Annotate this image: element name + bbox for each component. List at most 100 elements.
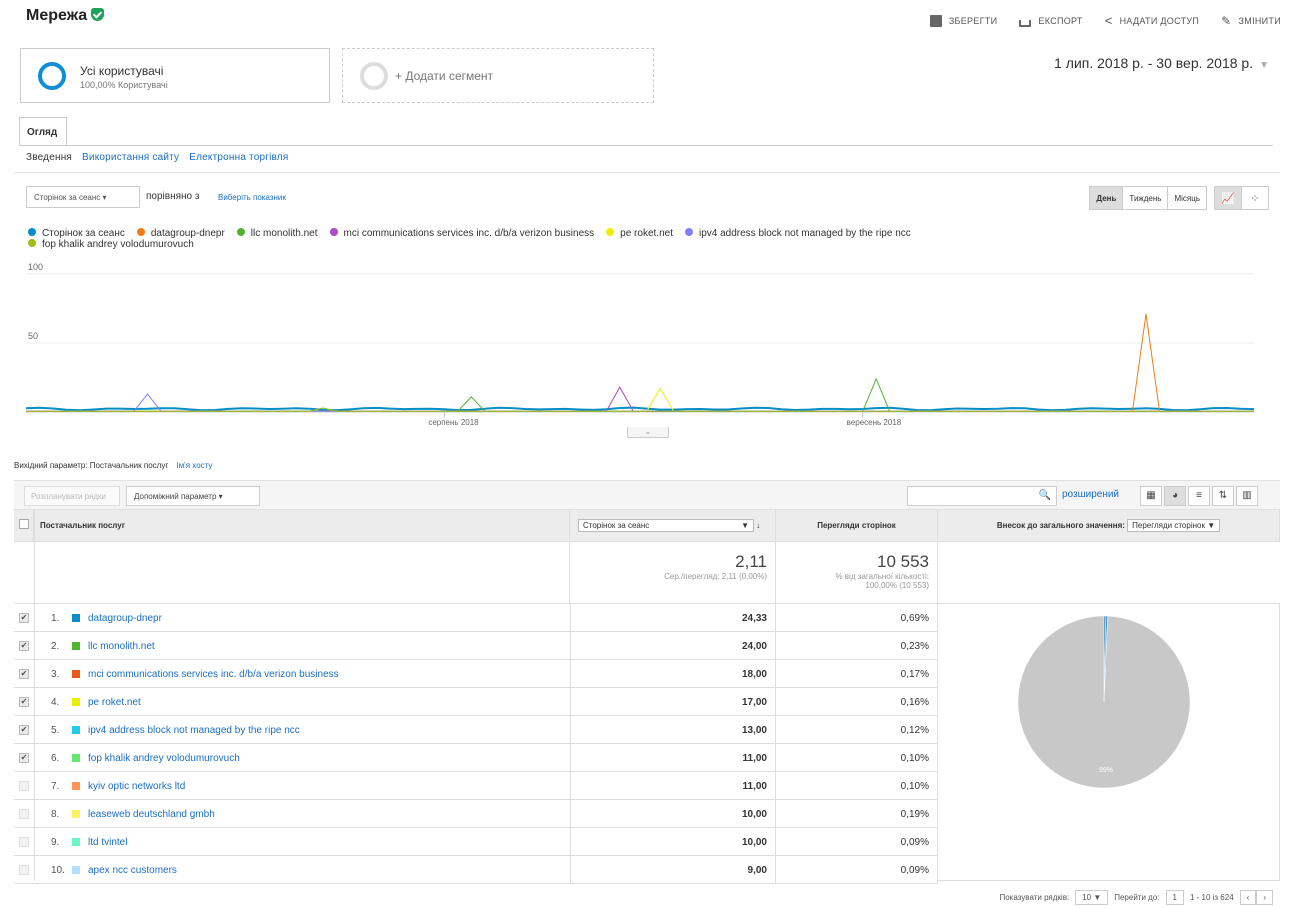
legend-dot-icon	[606, 228, 615, 236]
export-icon	[1019, 19, 1032, 27]
table-row: ✔ 4. pe roket.net 17,00 0,16%	[14, 688, 938, 716]
primary-dimension-label: Вихідний параметр:	[14, 461, 88, 470]
week-button[interactable]: Тиждень	[1122, 187, 1167, 209]
table-row: ✔ 1. datagroup-dnepr 24,33 0,69%	[14, 604, 938, 632]
provider-link[interactable]: llc monolith.net	[88, 641, 155, 652]
next-page-button[interactable]: ›	[1256, 890, 1273, 905]
provider-link[interactable]: ltd tvintel	[88, 837, 127, 848]
pivot-view-icon[interactable]: ▥	[1236, 486, 1258, 506]
divider	[14, 172, 1280, 173]
chart-type-buttons: 📈 ⁘	[1214, 186, 1269, 210]
pencil-icon: ✎	[1221, 13, 1232, 28]
goto-label: Перейти до:	[1114, 893, 1160, 902]
column-header-metric[interactable]: Сторінок за сеанс ▼ ↓	[570, 510, 776, 542]
pie-view-icon[interactable]: ◕	[1164, 486, 1186, 506]
provider-link[interactable]: leaseweb deutschland gmbh	[88, 809, 215, 820]
series-line	[26, 377, 1254, 412]
pageviews-percent-value: 0,17%	[776, 660, 938, 688]
legend-dot-icon	[28, 239, 36, 247]
column-header-provider[interactable]: Постачальник послуг	[34, 510, 570, 542]
pages-per-session-value: 13,00	[570, 716, 776, 744]
series-line	[26, 406, 1254, 412]
column-header-contribution: Внесок до загального значення: Перегляди…	[938, 510, 1280, 542]
comparison-view-icon[interactable]: ⇅	[1212, 486, 1234, 506]
choose-metric-link[interactable]: Виберіть показник	[218, 193, 286, 202]
pages-per-session-value: 17,00	[570, 688, 776, 716]
column-header-pageviews[interactable]: Перегляди сторінок	[776, 510, 938, 542]
legend-label: Сторінок за сеанс	[42, 228, 125, 239]
advanced-filter-link[interactable]: розширений	[1062, 489, 1119, 500]
segment-ring-icon	[38, 62, 66, 90]
legend-item: llc monolith.net	[236, 228, 318, 239]
row-checkbox[interactable]: ✔	[19, 641, 29, 651]
motion-chart-icon[interactable]: ⁘	[1241, 186, 1269, 210]
row-color-swatch	[72, 726, 80, 734]
goto-page-input[interactable]: 1	[1165, 890, 1184, 905]
pageviews-percent-value: 0,09%	[776, 828, 938, 856]
segment-all-users[interactable]: Усі користувачі 100,00% Користувачі	[20, 48, 330, 103]
subnav-summary[interactable]: Зведення	[26, 152, 72, 163]
row-color-swatch	[72, 670, 80, 678]
save-button[interactable]: ЗБЕРЕГТИ	[929, 13, 998, 28]
provider-link[interactable]: kyiv optic networks ltd	[88, 781, 185, 792]
row-checkbox[interactable]: ✔	[19, 725, 29, 735]
row-checkbox[interactable]: ✔	[19, 669, 29, 679]
provider-link[interactable]: fop khalik andrey volodumurovuch	[88, 753, 240, 764]
totals-metric: 2,11 Сер./перегляд: 2,11 (0,00%)	[570, 542, 776, 604]
totals-row: 2,11 Сер./перегляд: 2,11 (0,00%) 10 553 …	[14, 542, 1280, 604]
secondary-dimension-dropdown[interactable]: Допоміжний параметр ▾	[126, 486, 260, 506]
row-checkbox[interactable]: ✔	[19, 753, 29, 763]
day-button[interactable]: День	[1090, 187, 1123, 209]
provider-link[interactable]: apex ncc customers	[88, 865, 177, 876]
table-row: ✔ 5. ipv4 address block not managed by the…	[14, 716, 938, 744]
select-all-checkbox[interactable]	[14, 510, 34, 542]
row-checkbox[interactable]: ✔	[19, 697, 29, 707]
provider-link[interactable]: datagroup-dnepr	[88, 613, 162, 624]
line-chart-icon[interactable]: 📈	[1214, 186, 1242, 210]
contribution-metric-select[interactable]: Перегляди сторінок ▼	[1127, 519, 1221, 532]
data-view-icon[interactable]: ▦	[1140, 486, 1162, 506]
row-number: 1.	[51, 613, 60, 624]
rows-per-page-select[interactable]: 10 ▼	[1075, 890, 1109, 905]
add-segment-button[interactable]: + Додати сегмент	[342, 48, 654, 103]
pages-per-session-value: 10,00	[570, 800, 776, 828]
row-checkbox[interactable]	[19, 781, 29, 791]
row-checkbox[interactable]	[19, 837, 29, 847]
search-icon[interactable]: 🔍	[1034, 487, 1056, 505]
provider-link[interactable]: ipv4 address block not managed by the ri…	[88, 725, 300, 736]
plot-rows-button[interactable]: Розпланувати рядки	[24, 486, 120, 506]
x-tick-label: серпень 2018	[428, 418, 479, 427]
row-checkbox[interactable]	[19, 865, 29, 875]
prev-page-button[interactable]: ‹	[1239, 890, 1257, 905]
row-number: 8.	[51, 809, 60, 820]
segment-name: Усі користувачі	[80, 64, 164, 78]
edit-button[interactable]: ✎ ЗМІНИТИ	[1221, 13, 1281, 28]
row-checkbox[interactable]	[19, 809, 29, 819]
legend-item: mci communications services inc. d/b/a v…	[329, 228, 594, 239]
date-range-picker[interactable]: 1 лип. 2018 р. - 30 вер. 2018 р. ▼	[1054, 55, 1269, 71]
row-color-swatch	[72, 698, 80, 706]
month-button[interactable]: Місяць	[1167, 187, 1206, 209]
metric-selector[interactable]: Сторінок за сеанс ▾	[26, 186, 140, 208]
pie-slice-other[interactable]	[1017, 615, 1191, 789]
share-button[interactable]: < НАДАТИ ДОСТУП	[1105, 13, 1199, 28]
pages-per-session-value: 24,00	[570, 632, 776, 660]
row-checkbox[interactable]: ✔	[19, 613, 29, 623]
row-number: 4.	[51, 697, 60, 708]
pages-per-session-value: 10,00	[570, 828, 776, 856]
performance-view-icon[interactable]: ≡	[1188, 486, 1210, 506]
export-button[interactable]: ЕКСПОРТ	[1019, 13, 1082, 28]
row-number: 7.	[51, 781, 60, 792]
hostname-link[interactable]: Ім'я хосту	[176, 461, 212, 470]
line-chart: 100 50 серпень 2018 вересень 2018	[26, 262, 1254, 427]
granularity-buttons: День Тиждень Місяць	[1089, 186, 1207, 210]
series-line	[26, 313, 1254, 412]
subnav-ecommerce[interactable]: Електронна торгівля	[189, 152, 288, 163]
table-row: 9. ltd tvintel 10,00 0,09%	[14, 828, 938, 856]
verified-shield-icon	[91, 8, 105, 21]
provider-link[interactable]: mci communications services inc. d/b/a v…	[88, 669, 339, 680]
subnav-site-usage[interactable]: Використання сайту	[82, 152, 179, 163]
chart-collapse-handle[interactable]: ⌄	[627, 427, 669, 438]
provider-link[interactable]: pe roket.net	[88, 697, 141, 708]
tab-overview[interactable]: Огляд	[19, 117, 67, 146]
